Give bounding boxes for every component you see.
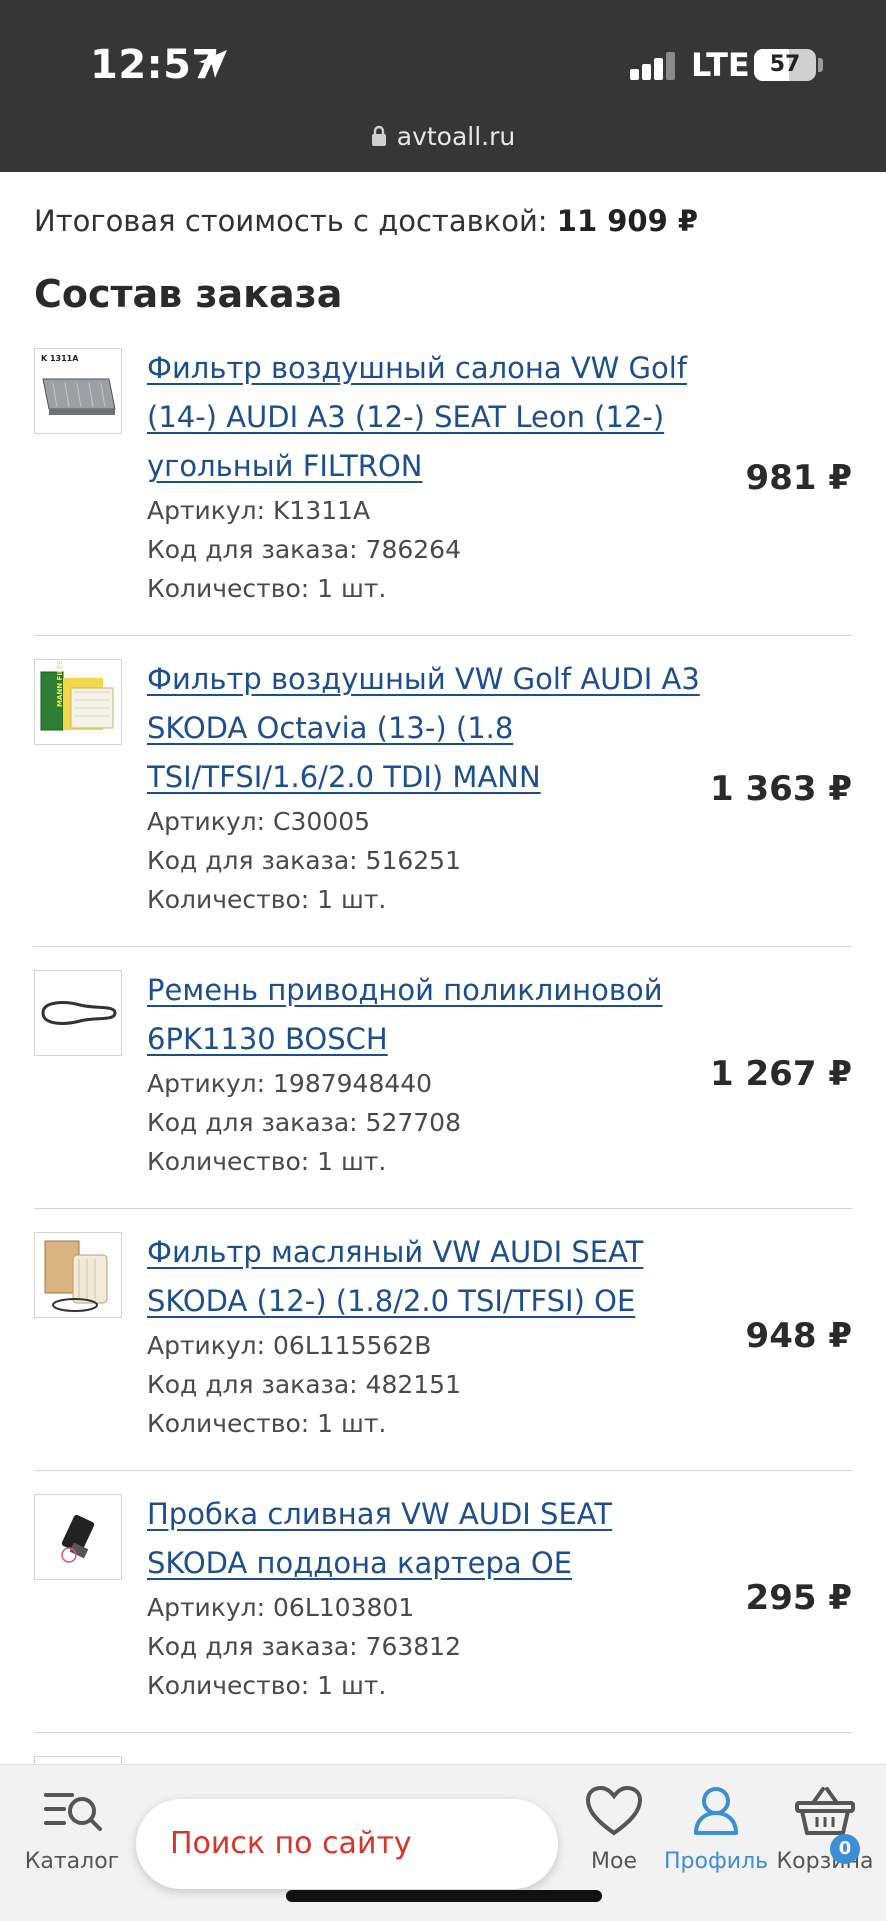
item-quantity: Количество: 1 шт. <box>147 1409 387 1438</box>
battery-percent: 57 <box>769 52 801 77</box>
signal-strength-icon <box>630 50 675 80</box>
lock-icon <box>371 125 386 146</box>
item-quantity: Количество: 1 шт. <box>147 1671 387 1700</box>
item-article: Артикул: 06L115562B <box>147 1331 432 1360</box>
item-article: Артикул: K1311A <box>147 496 371 525</box>
item-title-link[interactable]: Фильтр воздушный VW Golf AUDI A3 SKODA O… <box>147 655 707 802</box>
catalog-search-icon <box>44 1793 102 1831</box>
heart-icon <box>585 1785 643 1836</box>
cart-count-badge: 0 <box>830 1834 860 1864</box>
home-indicator[interactable] <box>286 1890 602 1902</box>
total-label: Итоговая стоимость с доставкой: <box>34 204 548 238</box>
item-quantity: Количество: 1 шт. <box>147 1147 387 1176</box>
profile-icon <box>694 1787 738 1835</box>
order-item: Пробка сливная VW AUDI SEAT SKODA поддон… <box>34 1494 852 1733</box>
browser-status-bar: 12:57 LTE 57 avtoall.ru <box>0 0 886 172</box>
nav-mine-label: Мое <box>591 1849 637 1874</box>
order-item: Ремень приводной поликлиновой 6PK1130 BO… <box>34 970 852 1209</box>
oil-filter-image[interactable] <box>34 1232 122 1318</box>
order-total: Итоговая стоимость с доставкой: 11 909 ₽ <box>34 204 698 238</box>
item-price: 1 363 ₽ <box>710 769 852 809</box>
order-item: Фильтр масляный VW AUDI SEAT SKODA (12-)… <box>34 1232 852 1471</box>
item-order-code: Код для заказа: 763812 <box>147 1632 461 1661</box>
order-item: K 1311A Фильтр воздушный салона VW Golf … <box>34 348 852 636</box>
item-price: 948 ₽ <box>745 1316 852 1356</box>
network-type: LTE <box>691 46 750 84</box>
search-placeholder: Поиск по сайту <box>170 1826 412 1861</box>
item-title-link[interactable]: Фильтр масляный VW AUDI SEAT SKODA (12-)… <box>147 1228 707 1326</box>
item-title-link[interactable]: Фильтр воздушный салона VW Golf (14-) AU… <box>147 344 707 491</box>
location-arrow-icon <box>199 50 227 78</box>
address-bar[interactable]: avtoall.ru <box>0 122 886 151</box>
nav-profile-label: Профиль <box>664 1849 769 1874</box>
thumb-label: MANN FILTER <box>56 660 64 707</box>
item-price: 981 ₽ <box>745 458 852 498</box>
item-order-code: Код для заказа: 482151 <box>147 1370 461 1399</box>
item-order-code: Код для заказа: 786264 <box>147 535 461 564</box>
item-order-code: Код для заказа: 516251 <box>147 846 461 875</box>
nav-catalog[interactable]: Каталог <box>22 1785 122 1874</box>
order-item: MANN FILTER Фильтр воздушный VW Golf AUD… <box>34 659 852 947</box>
item-quantity: Количество: 1 шт. <box>147 574 387 603</box>
nav-cart-label: Корзина <box>776 1849 874 1874</box>
nav-catalog-label: Каталог <box>24 1849 120 1874</box>
item-article: Артикул: 1987948440 <box>147 1069 433 1098</box>
drain-plug-image[interactable] <box>34 1494 122 1580</box>
item-order-code: Код для заказа: 527708 <box>147 1108 461 1137</box>
item-article: Артикул: C30005 <box>147 807 371 836</box>
nav-cart[interactable]: Корзина <box>770 1785 880 1874</box>
belt-image[interactable] <box>34 970 122 1056</box>
total-value: 11 909 ₽ <box>556 204 699 238</box>
thumb-label: K 1311A <box>41 354 79 363</box>
order-contents-title: Состав заказа <box>34 272 343 316</box>
item-price: 295 ₽ <box>745 1578 852 1618</box>
nav-mine[interactable]: Мое <box>574 1785 654 1874</box>
item-article: Артикул: 06L103801 <box>147 1593 415 1622</box>
air-filter-box-image[interactable]: MANN FILTER <box>34 659 122 745</box>
item-quantity: Количество: 1 шт. <box>147 885 387 914</box>
site-search-input[interactable]: Поиск по сайту <box>136 1799 558 1889</box>
cabin-filter-image[interactable]: K 1311A <box>34 348 122 434</box>
basket-icon <box>795 1787 855 1835</box>
battery-icon: 57 <box>754 49 816 81</box>
nav-profile[interactable]: Профиль <box>664 1785 768 1874</box>
item-title-link[interactable]: Пробка сливная VW AUDI SEAT SKODA поддон… <box>147 1490 707 1588</box>
url-text: avtoall.ru <box>396 122 516 151</box>
item-title-link[interactable]: Ремень приводной поликлиновой 6PK1130 BO… <box>147 966 707 1064</box>
battery-nub <box>818 58 823 72</box>
item-price: 1 267 ₽ <box>710 1054 852 1094</box>
